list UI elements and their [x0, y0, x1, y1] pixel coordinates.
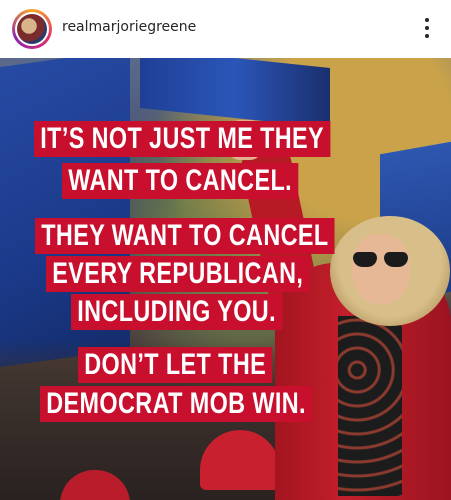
username-link[interactable]: realmarjoriegreene: [62, 19, 196, 35]
caption-line-4: EVERY REPUBLICAN,: [46, 256, 310, 292]
sunglasses: [352, 252, 410, 268]
avatar-photo: [17, 14, 47, 44]
caption-line-1: IT’S NOT JUST ME THEY: [34, 121, 331, 157]
more-options-icon[interactable]: [417, 14, 437, 42]
caption-line-7: DEMOCRAT MOB WIN.: [40, 386, 313, 422]
caption-line-6: DON’T LET THE: [78, 347, 273, 383]
post-header: realmarjoriegreene: [0, 0, 451, 58]
caption-line-2: WANT TO CANCEL.: [62, 163, 299, 199]
profile-avatar[interactable]: [12, 9, 52, 49]
face: [352, 234, 410, 304]
caption-line-5: INCLUDING YOU.: [71, 294, 283, 330]
caption-line-3: THEY WANT TO CANCEL: [35, 218, 335, 254]
post-image[interactable]: IT’S NOT JUST ME THEY WANT TO CANCEL. TH…: [0, 58, 451, 500]
background-flag: [140, 58, 330, 128]
floral-top: [338, 316, 402, 496]
